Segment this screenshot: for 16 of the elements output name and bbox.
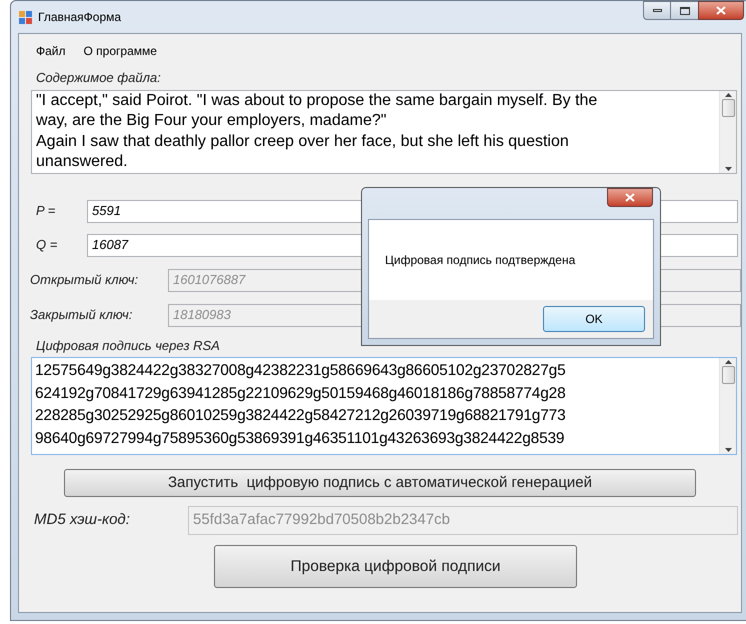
text-line: 624192g70841729g63941285g22109629g50159468g46018186g78858774g28 (35, 384, 566, 404)
text-line: Again I saw that deathly pallor creep over her face, but she left his question (36, 132, 570, 152)
text-line: 12575649g3824422g38327008g42382231g58669643g86605102g23702827g5 (35, 361, 566, 381)
window-title: ГлавнаяФорма (38, 9, 122, 26)
text-line: 98640g69727994g75895360g53869391g46351101g43263693g3824422g8539 (35, 428, 566, 448)
field-label: Q = (36, 236, 58, 254)
md5-label: MD5 хэш-код: (34, 510, 131, 530)
field-label: Закрытый ключ: (30, 306, 134, 324)
text-line: "I accept," said Poirot. "I was about to propose the same bargain myself. By the (36, 90, 598, 110)
field-label: P = (36, 202, 56, 220)
signature-label: Цифровая подпись через RSA (36, 336, 221, 355)
file-content-label: Содержимое файла: (36, 69, 162, 87)
text-line: unanswered. (36, 152, 129, 172)
field-label: Открытый ключ: (30, 271, 140, 290)
text-line: way, are the Big Four your employers, madame?" (36, 111, 388, 131)
text-line: 228285g30252925g86010259g3824422g58427212g26039719g68821791g773 (35, 406, 566, 426)
